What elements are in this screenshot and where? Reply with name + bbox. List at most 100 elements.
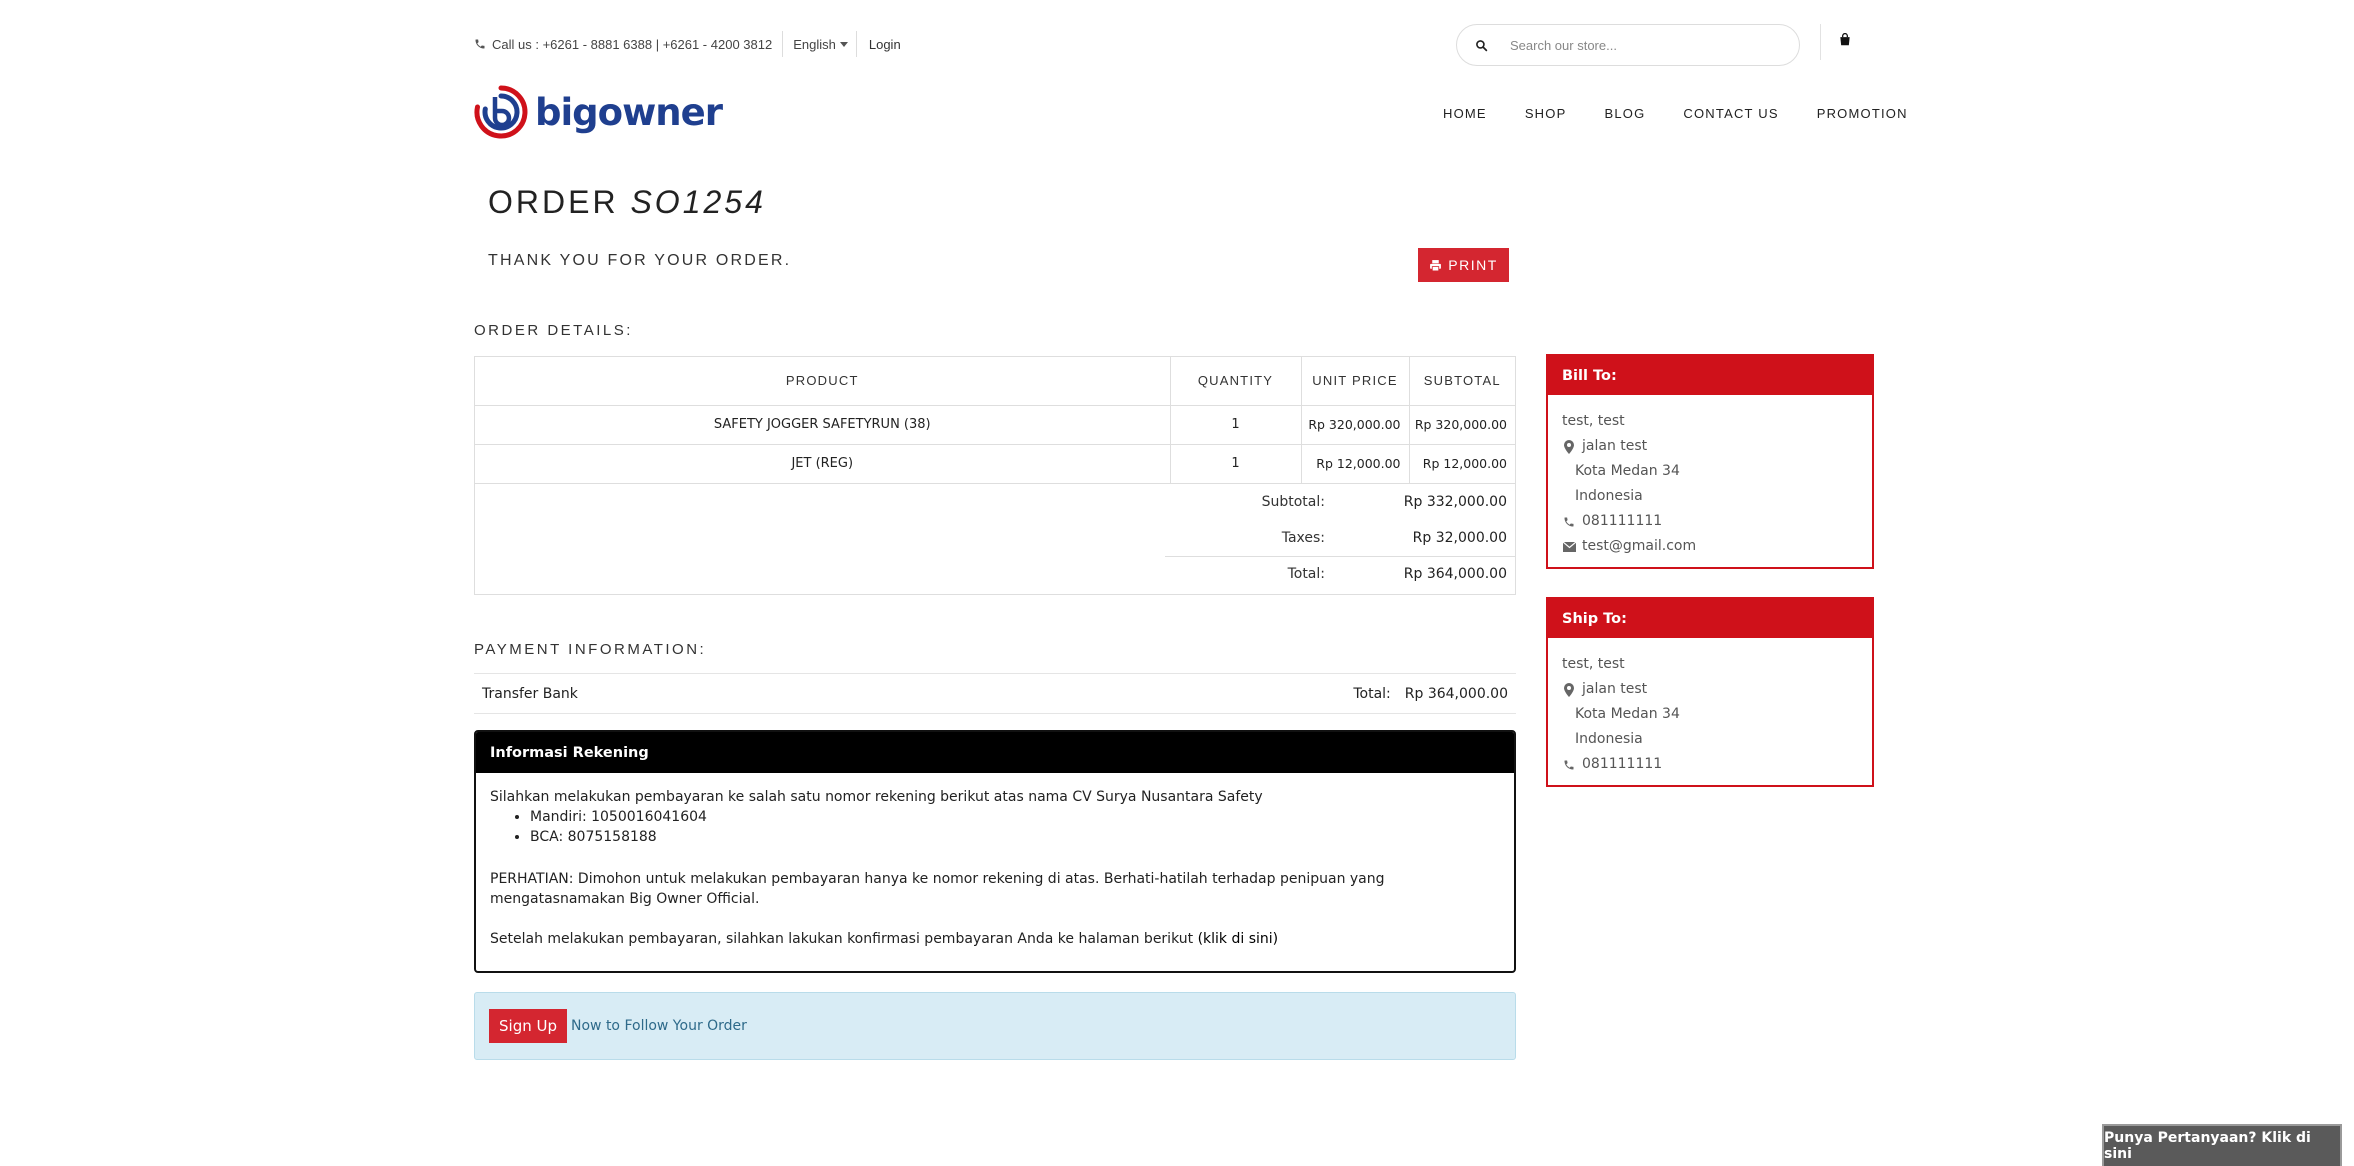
subtotal-value: Rp 332,000.00 [1403,493,1507,510]
signup-message: Now to Follow Your Order [571,1018,747,1034]
bill-to-country: Indonesia [1575,488,1643,504]
phone-icon [1562,516,1576,528]
total-label: Total: [1287,565,1325,582]
order-number: SO1254 [630,184,766,220]
ship-to-address: jalan test [1562,677,1858,702]
list-item: Mandiri: 1050016041604 [530,807,1500,827]
print-button[interactable]: PRINT [1418,248,1509,282]
bill-to-name: test, test [1562,413,1625,429]
main-nav: HOME SHOP BLOG CONTACT US PROMOTION [1443,106,1908,121]
shopping-bag-icon [1840,32,1850,46]
table-header-row: PRODUCT QUANTITY UNIT PRICE SUBTOTAL [475,357,1515,406]
search-icon[interactable] [1475,39,1488,52]
payment-info-title: PAYMENT INFORMATION: [474,641,707,658]
ship-to-phone-row: 081111111 [1562,752,1858,777]
ship-to-country: Indonesia [1575,731,1643,747]
print-label: PRINT [1448,257,1498,273]
bank-info-panel: Informasi Rekening Silahkan melakukan pe… [474,730,1516,973]
envelope-icon [1562,541,1576,552]
subtotal-row: Subtotal: Rp 332,000.00 [1262,493,1507,510]
taxes-row: Taxes: Rp 32,000.00 [1282,529,1507,546]
order-totals: Subtotal: Rp 332,000.00 Taxes: Rp 32,000… [475,484,1515,594]
printer-icon [1430,259,1442,271]
language-label: English [793,36,836,52]
column-header-product: PRODUCT [475,357,1171,406]
map-marker-icon [1562,682,1576,697]
brand-logo[interactable]: bigowner [473,84,723,140]
chat-widget-button[interactable]: Punya Pertanyaan? Klik di sini [2102,1124,2342,1166]
bill-to-card: Bill To: test, test jalan test Kota Meda… [1546,354,1874,569]
taxes-label: Taxes: [1281,529,1325,546]
ship-to-street: jalan test [1582,681,1648,697]
column-header-quantity: QUANTITY [1170,357,1302,406]
order-details-title: ORDER DETAILS: [474,322,633,339]
order-title-prefix: ORDER [488,184,619,220]
bill-to-phone-row: 081111111 [1562,509,1858,534]
nav-promotion[interactable]: PROMOTION [1817,106,1908,121]
language-selector[interactable]: English [793,37,848,52]
search-input[interactable] [1510,37,1770,53]
signup-banner: Sign Up Now to Follow Your Order [474,992,1516,1060]
map-marker-icon [1562,439,1576,454]
warning-text: PERHATIAN: Dimohon untuk melakukan pemba… [490,871,1385,907]
phone-icon [475,39,485,49]
nav-home[interactable]: HOME [1443,106,1487,121]
product-unit-price: Rp 320,000.00 [1301,405,1410,445]
ship-to-body: test, test jalan test Kota Medan 34 Indo… [1548,638,1872,785]
nav-contact-us[interactable]: CONTACT US [1683,106,1778,121]
product-subtotal: Rp 320,000.00 [1409,405,1515,445]
bill-to-title: Bill To: [1548,356,1872,395]
total-row: Total: Rp 364,000.00 [1288,566,1507,582]
taxes-value: Rp 32,000.00 [1412,529,1507,546]
payment-row: Transfer Bank Total: Rp 364,000.00 [474,674,1516,714]
confirm-text: Setelah melakukan pembayaran, silahkan l… [490,929,1500,949]
thank-you-message: THANK YOU FOR YOUR ORDER. [488,252,792,269]
chevron-down-icon [839,41,848,47]
divider [855,31,857,57]
bank-info-body: Silahkan melakukan pembayaran ke salah s… [476,773,1514,963]
product-unit-price: Rp 12,000.00 [1301,444,1410,484]
bill-to-phone: 081111111 [1582,513,1663,529]
bill-to-email-row: test@gmail.com [1562,534,1858,559]
divider [1820,24,1821,60]
subtotal-label: Subtotal: [1261,493,1325,510]
sign-up-button[interactable]: Sign Up [489,1009,567,1043]
table-row: SAFETY JOGGER SAFETYRUN (38) 1 Rp 320,00… [475,405,1515,445]
product-quantity: 1 [1170,444,1302,484]
bank-account-list: Mandiri: 1050016041604 BCA: 8075158188 [530,807,1500,847]
ship-to-name: test, test [1562,656,1625,672]
column-header-unit-price: UNIT PRICE [1301,357,1410,406]
divider [1165,555,1515,557]
bill-to-city: Kota Medan 34 [1575,463,1680,479]
order-details-table: PRODUCT QUANTITY UNIT PRICE SUBTOTAL SAF… [474,356,1516,595]
phone-contact: Call us : +6261 - 8881 6388 | +6261 - 42… [474,37,772,52]
bill-to-street: jalan test [1582,438,1648,454]
product-name: JET (REG) [475,444,1171,484]
bill-to-email: test@gmail.com [1582,538,1697,554]
product-subtotal: Rp 12,000.00 [1409,444,1515,484]
ship-to-card: Ship To: test, test jalan test Kota Meda… [1546,597,1874,787]
payment-total: Total: Rp 364,000.00 [1353,686,1508,702]
bank-info-intro: Silahkan melakukan pembayaran ke salah s… [490,789,1263,805]
product-name: SAFETY JOGGER SAFETYRUN (38) [475,405,1171,445]
brand-name: bigowner [535,90,723,134]
ship-to-city: Kota Medan 34 [1575,706,1680,722]
phone-text: Call us : +6261 - 8881 6388 | +6261 - 42… [492,36,773,52]
ship-to-title: Ship To: [1548,599,1872,638]
page-title: ORDER SO1254 [488,184,766,221]
top-bar: Call us : +6261 - 8881 6388 | +6261 - 42… [474,30,901,58]
nav-shop[interactable]: SHOP [1525,106,1567,121]
bank-info-title: Informasi Rekening [476,732,1514,773]
payment-total-label: Total: [1353,685,1391,702]
nav-blog[interactable]: BLOG [1604,106,1645,121]
divider [782,31,784,57]
login-link[interactable]: Login [869,37,901,52]
bill-to-address: jalan test [1562,434,1858,459]
cart-button[interactable] [1838,32,1856,50]
confirm-link[interactable]: (klik di sini) [1198,931,1279,947]
table-row: JET (REG) 1 Rp 12,000.00 Rp 12,000.00 [475,444,1515,484]
payment-total-value: Rp 364,000.00 [1404,685,1508,702]
payment-method: Transfer Bank [482,685,578,702]
list-item: BCA: 8075158188 [530,827,1500,847]
product-quantity: 1 [1170,405,1302,445]
